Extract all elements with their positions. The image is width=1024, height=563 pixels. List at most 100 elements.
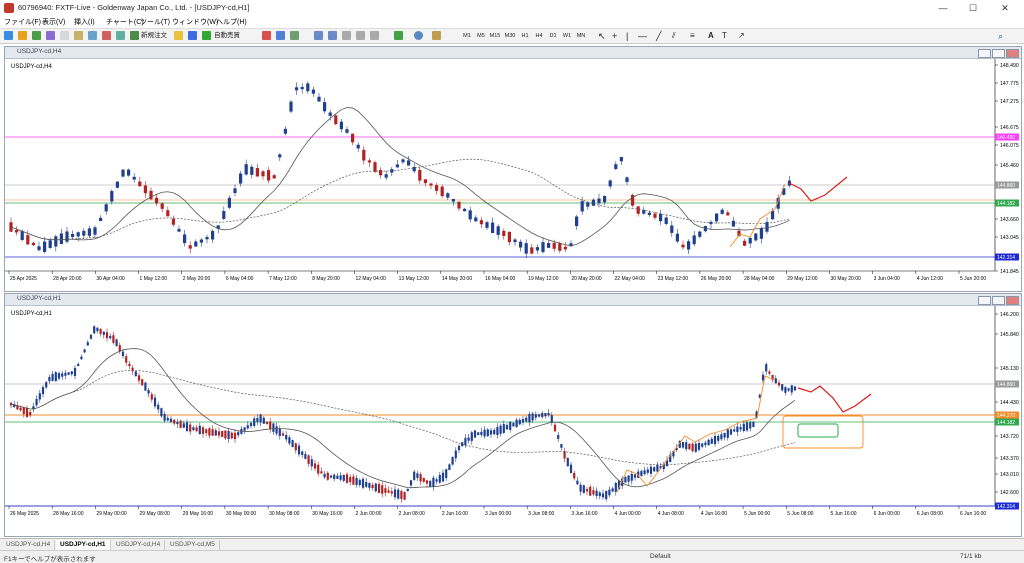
candle-bull [127,169,131,176]
zoom-out-icon[interactable] [328,31,337,40]
candle-bull [429,481,432,487]
tab-usdjpy-m5[interactable]: USDJPY-cd,M5 [166,540,220,550]
menu-file[interactable]: ファイル(F) [4,17,41,27]
candle-bull [35,398,38,406]
low-line-blue-label: 142.314 [997,504,1015,510]
terminal-icon[interactable] [74,31,83,40]
tf-mn[interactable]: MN [574,31,588,41]
candle-bull [697,442,701,450]
search-icon[interactable]: ⌕ [998,31,1003,41]
candle-bear [379,169,383,176]
candle-bear [31,242,35,246]
candle-chart-icon[interactable] [276,31,285,40]
options-icon[interactable] [116,31,125,40]
chart-close-button[interactable] [1006,296,1019,305]
candle-bear [563,451,566,459]
chart-restore-button[interactable] [992,296,1005,305]
chart-minimize-button[interactable] [978,296,991,305]
bar-chart-icon[interactable] [262,31,271,40]
candle-bull [710,438,713,444]
maximize-button[interactable]: ☐ [960,2,986,14]
price-tick-label: 146.200 [1000,312,1019,318]
candle-bull [726,429,729,438]
chart-window-icon[interactable] [188,31,197,40]
candle-bull [345,129,349,133]
candle-bear [224,430,227,439]
tf-m1[interactable]: M1 [460,31,474,41]
auto-scroll-icon[interactable] [356,31,365,40]
candle-bull [80,356,83,360]
auto-trade-icon[interactable] [202,31,211,40]
tab-usdjpy-h4-2[interactable]: USDJPY-cd,H4 [112,540,166,550]
candle-bull [20,230,24,241]
candle-bull [541,413,544,418]
price-chart-h4[interactable]: USDJPY-cd,H4 148.490 147.775 147.275 146.67… [5,59,1021,290]
data-window-icon[interactable] [46,31,55,40]
trendline-icon[interactable]: ╱ [656,31,661,41]
metaeditor-icon[interactable] [174,31,183,40]
menu-chart[interactable]: チャート(C) [106,17,144,27]
time-tick-label: 30 Apr 04:00 [96,276,125,282]
auto-trade-button[interactable]: 自動売買 [214,31,240,41]
tf-m30[interactable]: M30 [503,31,517,41]
vertical-line-icon[interactable]: | [626,31,628,41]
fibonacci-icon[interactable]: ≡ [690,31,695,41]
menu-window[interactable]: ウィンドウ(W) [172,17,218,27]
chart-minimize-button[interactable] [978,49,991,58]
tf-m5[interactable]: M5 [474,31,488,41]
price-chart-h1[interactable]: USDJPY-cd,H1 146.200 145.840 145.130 144.86… [5,306,1021,535]
candle-bull [474,217,478,222]
menu-insert[interactable]: 挿入(I) [74,17,95,27]
menu-help[interactable]: ヘルプ(H) [216,17,247,27]
candle-bull [291,440,294,448]
periods-icon[interactable] [414,31,423,40]
new-order-icon[interactable] [130,31,139,40]
candle-bull [211,230,215,240]
chart-shift-icon[interactable] [370,31,379,40]
candle-bull [451,198,455,202]
arrows-icon[interactable]: ↗ [738,31,745,41]
price-tick-label: 147.775 [1000,81,1019,87]
new-order-button[interactable]: 新規注文 [141,31,167,41]
chart-close-button[interactable] [1006,49,1019,58]
label-icon[interactable]: T [722,31,727,41]
templates-icon[interactable] [432,31,441,40]
candle-bull [446,193,450,198]
tester-icon[interactable] [88,31,97,40]
tf-h1[interactable]: H1 [518,31,532,41]
tile-windows-icon[interactable] [342,31,351,40]
history-icon[interactable] [102,31,111,40]
candle-bear [435,185,439,191]
candle-bull [289,101,293,112]
channel-icon[interactable]: ⫽ [672,31,676,41]
close-button[interactable]: ✕ [992,2,1018,14]
crosshair-icon[interactable]: + [612,31,617,41]
horizontal-line-icon[interactable]: — [638,31,647,41]
cursor-icon[interactable]: ↖ [598,31,606,41]
line-chart-icon[interactable] [290,31,299,40]
market-watch-icon[interactable] [32,31,41,40]
chart-restore-button[interactable] [992,49,1005,58]
zoom-in-icon[interactable] [314,31,323,40]
candle-bull [608,180,612,187]
candle-bear [681,244,685,248]
profiles-icon[interactable] [18,31,27,40]
tf-d1[interactable]: D1 [546,31,560,41]
text-icon[interactable]: A [708,31,714,41]
tf-m15[interactable]: M15 [488,31,502,41]
menu-tools[interactable]: ツール(T) [140,17,170,27]
tab-usdjpy-h1[interactable]: USDJPY-cd,H1 [56,540,111,550]
candle-bear [423,179,427,184]
minimize-button[interactable]: — [930,2,956,14]
menu-view[interactable]: 表示(V) [42,17,65,27]
indicators-icon[interactable] [394,31,403,40]
tf-h4[interactable]: H4 [532,31,546,41]
swing-annotation-orange [729,183,786,248]
candle-bull [614,164,618,169]
candle-bear [281,433,285,436]
tab-usdjpy-h4[interactable]: USDJPY-cd,H4 [2,540,56,550]
status-profile: Default [650,553,671,560]
navigator-icon[interactable] [60,31,69,40]
tf-w1[interactable]: W1 [560,31,574,41]
new-chart-icon[interactable] [4,31,13,40]
